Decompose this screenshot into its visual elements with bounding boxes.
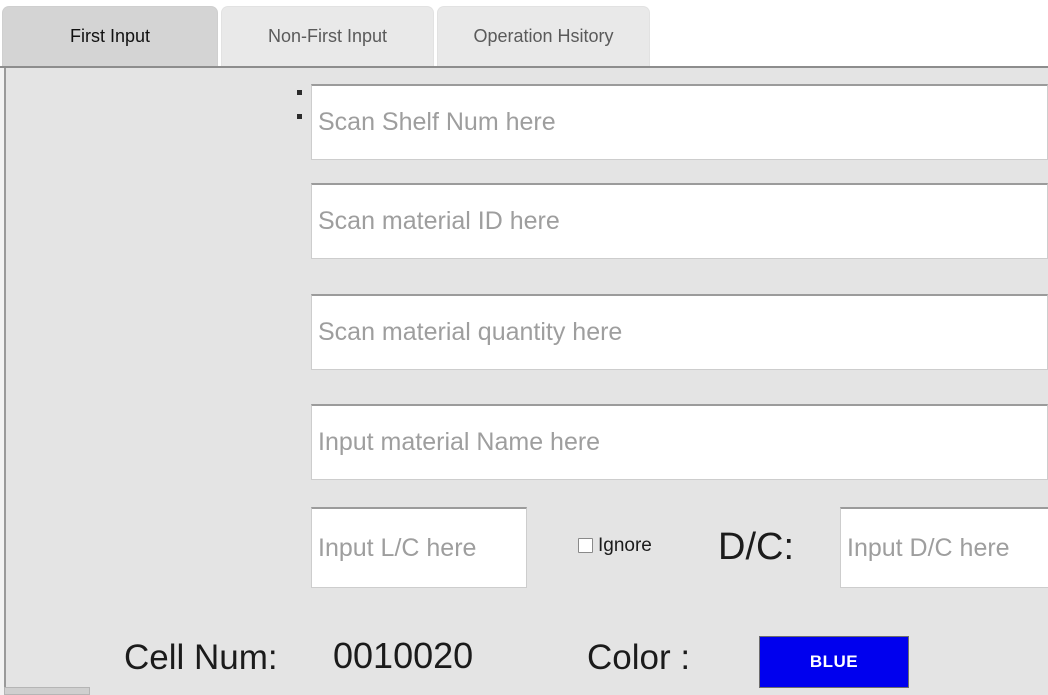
checkbox-icon[interactable] (578, 538, 593, 553)
material-id-placeholder: Scan material ID here (318, 207, 560, 235)
form-panel (0, 66, 1048, 695)
tab-first-input-label: First Input (69, 26, 151, 46)
shelf-num-placeholder: Scan Shelf Num here (318, 108, 556, 136)
application-window: First Input Non-First Input Operation Hs… (0, 0, 1048, 695)
lc-placeholder: Input L/C here (318, 533, 477, 562)
tab-operation-history-label: Operation Hsitory (473, 26, 614, 46)
horizontal-scrollbar[interactable] (4, 687, 90, 695)
material-name-placeholder: Input material Name here (318, 428, 601, 456)
color-swatch-button[interactable]: BLUE (759, 636, 909, 688)
dc-input[interactable]: Input D/C here (840, 507, 1048, 588)
selection-handle-icon (296, 113, 303, 120)
tab-operation-history[interactable]: Operation Hsitory (437, 6, 650, 66)
ignore-checkbox-label: Ignore (598, 535, 652, 556)
color-label: Color : (587, 638, 691, 677)
lc-input[interactable]: Input L/C here (311, 507, 527, 588)
tab-strip: First Input Non-First Input Operation Hs… (0, 0, 1048, 67)
quantity-placeholder: Scan material quantity here (318, 318, 623, 346)
tab-non-first-input-label: Non-First Input (267, 26, 388, 46)
panel-left-border (4, 68, 6, 688)
tab-first-input[interactable]: First Input (2, 6, 218, 66)
dc-label: D/C: (718, 526, 794, 568)
quantity-input[interactable]: Scan material quantity here (311, 294, 1048, 370)
tab-non-first-input[interactable]: Non-First Input (221, 6, 434, 66)
material-name-input[interactable]: Input material Name here (311, 404, 1048, 480)
shelf-num-input[interactable]: Scan Shelf Num here (311, 84, 1048, 160)
cell-num-label: Cell Num: (124, 638, 278, 677)
color-swatch-label: BLUE (809, 652, 859, 671)
ignore-checkbox[interactable]: Ignore (578, 536, 652, 555)
cell-num-value: 0010020 (333, 635, 474, 676)
selection-handle-icon (296, 89, 303, 96)
dc-placeholder: Input D/C here (847, 533, 1010, 562)
material-id-input[interactable]: Scan material ID here (311, 183, 1048, 259)
